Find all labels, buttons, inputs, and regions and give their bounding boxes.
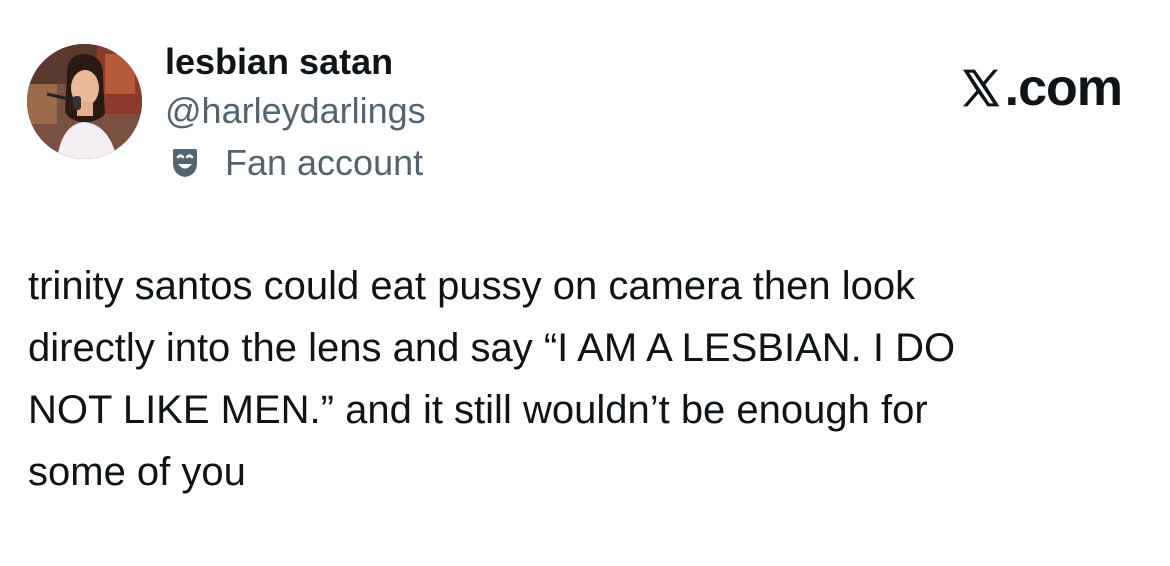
- x-com-watermark: .com: [959, 59, 1123, 117]
- theater-masks-icon: [165, 143, 205, 183]
- avatar[interactable]: [27, 44, 142, 159]
- user-handle[interactable]: @harleydarlings: [165, 89, 426, 133]
- avatar-photo: [27, 44, 142, 159]
- tweet-line: trinity santos could eat pussy on camera…: [28, 264, 916, 308]
- x-logo-icon: [962, 69, 999, 107]
- tweet-body: trinity santos could eat pussy on camera…: [28, 255, 1128, 503]
- tweet-line: directly into the lens and say “I AM A L…: [28, 326, 956, 370]
- account-label-text: Fan account: [225, 142, 424, 183]
- account-label: Fan account: [165, 141, 423, 185]
- display-name[interactable]: lesbian satan: [165, 40, 393, 84]
- tweet-line: some of you: [28, 450, 246, 494]
- tweet-line: NOT LIKE MEN.” and it still wouldn’t be …: [28, 388, 928, 432]
- site-domain-text: .com: [1004, 59, 1123, 117]
